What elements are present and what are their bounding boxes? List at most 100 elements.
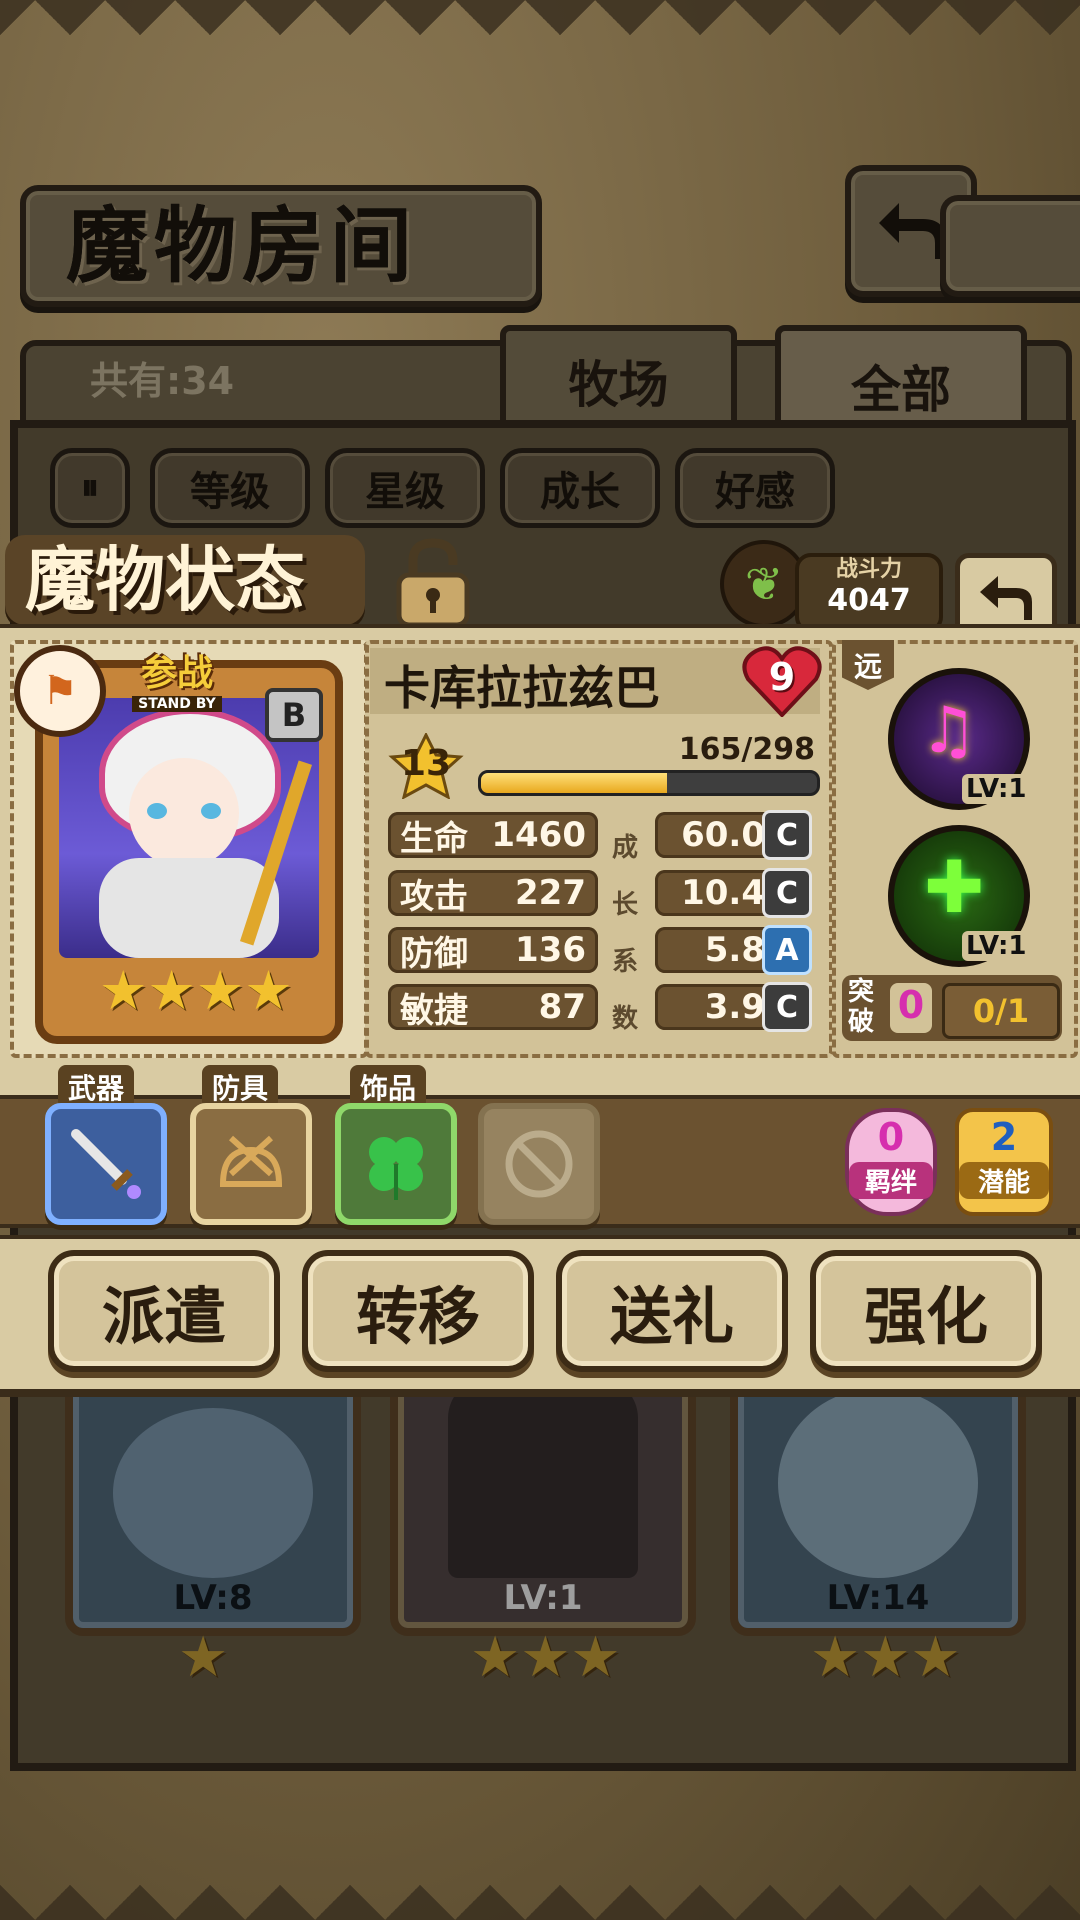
stat-row-defense: 防御 136 xyxy=(388,927,598,974)
breakthrough-label-top: 突 xyxy=(848,977,875,1007)
monster-eye xyxy=(147,803,167,819)
affection-value: 9 xyxy=(768,655,796,699)
bond-button[interactable]: 0 羁绊 xyxy=(845,1108,937,1216)
filter-level[interactable]: 等级 xyxy=(150,448,310,528)
leaf-element-icon: ❦ xyxy=(744,557,784,611)
accessory-slot[interactable] xyxy=(335,1103,457,1225)
return-arrow-icon xyxy=(879,203,945,259)
stat-row-agility: 敏捷 87 xyxy=(388,984,598,1031)
filter-growth[interactable]: 成长 xyxy=(500,448,660,528)
affection-heart[interactable]: 9 xyxy=(742,645,822,717)
growth-char: 长 xyxy=(612,890,639,920)
armor-slot[interactable] xyxy=(190,1103,312,1225)
breakthrough-progress: 0/1 xyxy=(942,983,1060,1039)
combat-power-label: 战斗力 xyxy=(835,557,902,582)
potential-button[interactable]: 2 潜能 xyxy=(955,1108,1053,1216)
growth-char: 数 xyxy=(612,1004,639,1034)
sword-icon xyxy=(71,1129,141,1199)
level-value: 13 xyxy=(400,743,452,784)
stat-value: 87 xyxy=(538,987,586,1027)
monster-portrait xyxy=(113,1408,313,1578)
potential-count: 2 xyxy=(990,1115,1018,1159)
stat-label: 攻击 xyxy=(400,876,468,917)
filter-affection[interactable]: 好感 xyxy=(675,448,835,528)
transfer-button[interactable]: 转移 xyxy=(302,1250,534,1372)
return-arrow-icon xyxy=(980,576,1032,620)
sort-order-button[interactable]: ⏸ xyxy=(50,448,130,528)
growth-grade: C xyxy=(762,982,812,1032)
monster-card[interactable]: LV:14 xyxy=(730,1370,1026,1636)
growth-hp: 60.0 xyxy=(655,812,777,858)
padlock-open-icon xyxy=(396,537,470,627)
exp-text: 165/298 xyxy=(678,732,815,767)
title-plate: 魔物房间 xyxy=(20,185,542,307)
stat-row-attack: 攻击 227 xyxy=(388,870,598,917)
stat-value: 1460 xyxy=(491,815,586,855)
stat-label: 生命 xyxy=(400,818,468,859)
stand-by-sub: STAND BY xyxy=(132,696,222,712)
flag-icon: ⚑ xyxy=(42,668,78,714)
empty-slot-icon xyxy=(505,1130,573,1198)
card-stars: ★ xyxy=(178,1625,229,1690)
stand-by-banner: 参战 STAND BY xyxy=(92,655,262,712)
growth-agility: 3.9 xyxy=(655,984,777,1030)
monster-face xyxy=(129,758,239,868)
bond-label: 羁绊 xyxy=(849,1162,933,1199)
monster-stars: ★★★★ xyxy=(99,959,293,1022)
top-right-plate xyxy=(940,195,1080,297)
page-title: 魔物房间 xyxy=(66,198,419,294)
stat-label: 敏捷 xyxy=(400,990,468,1031)
lock-button[interactable] xyxy=(388,535,478,630)
growth-attack: 10.4 xyxy=(655,870,777,916)
monster-name: 卡库拉拉兹巴 xyxy=(384,661,660,715)
status-title: 魔物状态 xyxy=(25,538,305,621)
growth-defense: 5.8 xyxy=(655,927,777,973)
empty-slot[interactable] xyxy=(478,1103,600,1225)
growth-char: 系 xyxy=(612,947,639,977)
breakthrough-label-bottom: 破 xyxy=(848,1007,875,1037)
card-stars: ★★★ xyxy=(810,1625,961,1690)
card-level: LV:8 xyxy=(173,1578,253,1618)
growth-char: 成 xyxy=(612,833,639,863)
monster-card[interactable]: LV:1 xyxy=(390,1370,696,1636)
exp-bar-fill xyxy=(481,773,668,793)
deploy-toggle-button[interactable]: ⚑ xyxy=(14,645,106,737)
skill-slot-1[interactable]: ♫ LV:1 xyxy=(888,668,1031,810)
pause-sort-icon: ⏸ xyxy=(81,467,99,508)
exp-bar xyxy=(478,770,820,796)
monster-portrait xyxy=(778,1388,978,1578)
level-badge: 13 xyxy=(388,733,464,799)
breakthrough-label: 突 破 xyxy=(848,977,874,1037)
stat-value: 136 xyxy=(515,930,586,970)
skill-slot-2[interactable]: ✚ LV:1 xyxy=(888,825,1031,967)
enhance-button[interactable]: 强化 xyxy=(810,1250,1042,1372)
monster-eye xyxy=(201,803,221,819)
card-level: LV:14 xyxy=(826,1578,930,1618)
green-cross-heal-icon: ✚ xyxy=(924,845,985,929)
four-leaf-clover-icon xyxy=(369,1137,423,1200)
status-title-plate: 魔物状态 xyxy=(5,535,365,625)
growth-grade: A xyxy=(762,925,812,975)
combat-power-box: 战斗力 4047 xyxy=(795,553,943,633)
potential-label: 潜能 xyxy=(959,1162,1049,1199)
owned-count: 共有:34 xyxy=(90,359,235,403)
monster-card[interactable]: LV:8 xyxy=(65,1370,361,1636)
combat-power-value: 4047 xyxy=(827,583,911,618)
monster-portrait xyxy=(448,1378,638,1578)
filter-stars[interactable]: 星级 xyxy=(325,448,485,528)
skill-level: LV:1 xyxy=(962,774,1031,804)
card-stars: ★★★ xyxy=(470,1625,621,1690)
music-note-icon: ♫ xyxy=(920,694,978,768)
breakthrough-bar[interactable]: 突 破 0 0/1 xyxy=(842,975,1062,1041)
stat-label: 防御 xyxy=(400,933,468,974)
bond-count: 0 xyxy=(877,1115,905,1159)
gift-button[interactable]: 送礼 xyxy=(556,1250,788,1372)
growth-coefficient-label: 成 长 系 数 xyxy=(612,820,638,1048)
dispatch-button[interactable]: 派遣 xyxy=(48,1250,280,1372)
stand-by-label: 参战 xyxy=(140,653,213,694)
stat-value: 227 xyxy=(515,873,586,913)
growth-grade: C xyxy=(762,810,812,860)
card-level: LV:1 xyxy=(503,1578,583,1618)
rarity-badge: B xyxy=(265,688,323,742)
weapon-slot[interactable] xyxy=(45,1103,167,1225)
